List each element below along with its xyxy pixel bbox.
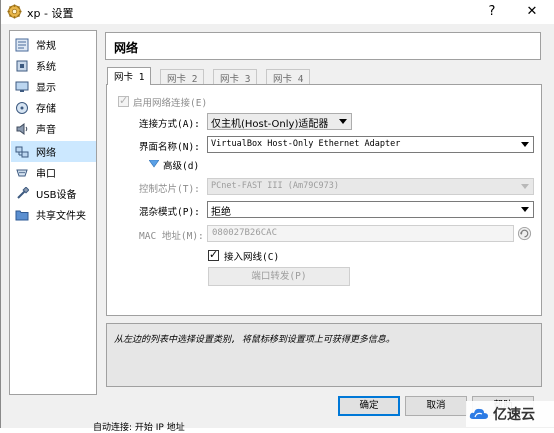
system-icon [16,60,28,71]
adapter-type-value: PCnet-FAST III (Am79C973) [211,181,339,191]
background-partial-text: 自动连接: 开始 IP 地址 [93,423,185,433]
enable-adapter-label: 启用网络连接(E) [133,98,208,109]
info-panel: 从左边的列表中选择设置类别, 将鼠标移到设置项上可获得更多信息。 [106,323,542,387]
sidebar-item-label: 串口 [36,169,56,180]
sidebar-item-label: 系统 [36,62,56,73]
page-title: 网络 [114,41,139,55]
display-icon [15,81,29,92]
ok-button[interactable]: 确定 [338,396,400,416]
general-icon [15,38,29,51]
chevron-down-icon [521,184,529,189]
cable-connected-checkbox[interactable]: ✓ [208,248,219,261]
window-title: xp - 设置 [27,7,74,20]
port-forwarding-button[interactable]: 端口转发(P) [208,267,350,286]
close-window-button[interactable]: ✕ [521,2,543,22]
expand-triangle-icon[interactable] [149,160,159,168]
interface-name-value: VirtualBox Host-Only Ethernet Adapter [211,139,401,149]
sidebar-item-network[interactable]: 网络 [11,141,96,162]
sidebar-item-label: USB设备 [36,190,77,201]
sidebar-item-usb[interactable]: USB设备 [11,183,96,204]
adapter-type-select[interactable]: PCnet-FAST III (Am79C973) [207,178,534,195]
virtualbox-gear-icon [7,4,22,19]
adapter-settings-panel: ✓ 启用网络连接(E) 连接方式(A): 仅主机(Host-Only)适配器 界… [106,84,542,316]
settings-dialog: xp - 设置 ? ✕ 常规 系统 显示 存储 声音 网络 串口 USB设备 共… [0,0,554,433]
sidebar-item-label: 常规 [36,41,56,52]
sidebar-item-label: 显示 [36,83,56,94]
attached-to-select[interactable]: 仅主机(Host-Only)适配器 [207,113,352,130]
tab-adapter-4[interactable]: 网卡 4 [266,69,311,85]
mac-address-label: MAC 地址(M): [139,231,204,242]
cable-connected-label: 接入网线(C) [224,252,280,263]
refresh-mac-icon[interactable] [517,226,532,241]
mac-address-value: 080027B26CAC [212,228,278,238]
info-text: 从左边的列表中选择设置类别, 将鼠标移到设置项上可获得更多信息。 [114,335,395,345]
page-header: 网络 [105,32,541,60]
sidebar-item-display[interactable]: 显示 [11,76,96,97]
tab-adapter-1[interactable]: 网卡 1 [107,67,152,85]
chevron-down-icon [521,207,529,212]
enable-adapter-checkbox[interactable]: ✓ [118,94,129,107]
settings-category-list: 常规 系统 显示 存储 声音 网络 串口 USB设备 共享文件夹 [9,30,97,395]
checkmark-icon: ✓ [209,248,219,261]
advanced-toggle[interactable]: 高级(d) [163,158,199,172]
tab-adapter-3[interactable]: 网卡 3 [213,69,258,85]
chevron-down-icon [339,119,347,124]
sidebar-item-storage[interactable]: 存储 [11,97,96,118]
help-title-button[interactable]: ? [481,2,503,22]
sidebar-item-label: 网络 [36,148,56,159]
sidebar-item-serial-port[interactable]: 串口 [11,162,96,183]
sidebar-item-label: 存储 [36,104,56,115]
checkmark-icon: ✓ [119,94,129,107]
tab-adapter-2[interactable]: 网卡 2 [160,69,205,85]
adapter-type-label: 控制芯片(T): [139,184,200,195]
usb-icon [17,186,29,199]
attached-to-value: 仅主机(Host-Only)适配器 [211,119,329,130]
promiscuous-mode-select[interactable]: 拒绝 [207,201,534,218]
interface-name-label: 界面名称(N): [139,142,200,153]
cloud-logo-icon [469,408,488,419]
watermark: 亿速云 [466,401,554,427]
serial-port-icon [16,169,28,176]
sidebar-item-audio[interactable]: 声音 [11,118,96,139]
promiscuous-mode-label: 混杂模式(P): [139,207,200,218]
sidebar-item-label: 共享文件夹 [36,211,86,222]
storage-icon [16,101,28,114]
attached-to-label: 连接方式(A): [139,119,200,130]
chevron-down-icon [521,142,529,147]
shared-folder-icon [15,210,29,220]
sidebar-item-general[interactable]: 常规 [11,34,96,55]
interface-name-select[interactable]: VirtualBox Host-Only Ethernet Adapter [207,136,534,153]
network-icon [15,146,29,157]
sidebar-item-system[interactable]: 系统 [11,55,96,76]
sidebar-item-shared-folders[interactable]: 共享文件夹 [11,204,96,225]
promiscuous-mode-value: 拒绝 [211,207,231,218]
watermark-text: 亿速云 [493,407,535,423]
mac-address-field[interactable]: 080027B26CAC [207,225,514,242]
cancel-button[interactable]: 取消 [405,396,467,416]
audio-icon [16,122,28,135]
title-bar: xp - 设置 ? ✕ [1,0,554,24]
sidebar-item-label: 声音 [36,125,56,136]
